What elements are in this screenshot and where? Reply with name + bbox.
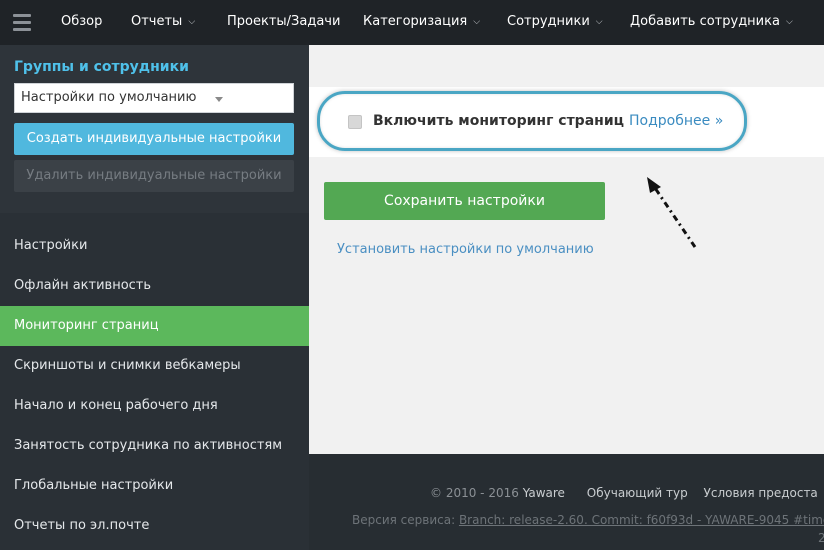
top-navbar: Обзор Отчеты ⌵ Проекты/Задачи Категоризац… (0, 0, 824, 45)
chevron-down-icon: ⌵ (188, 17, 196, 27)
set-default-settings-link[interactable]: Установить настройки по умолчанию (337, 242, 594, 257)
sidebar-title: Группы и сотрудники (14, 59, 189, 75)
version-tail: 2 (818, 531, 824, 545)
enable-page-monitoring-label: Включить мониторинг страниц (373, 113, 625, 129)
chevron-down-icon: ⌵ (785, 17, 793, 27)
main-content: Включить мониторинг страниц Подробнее » … (309, 45, 824, 454)
menu-hamburger-icon[interactable] (0, 0, 44, 45)
sidebar-groups-panel: Группы и сотрудники Настройки по умолчан… (0, 45, 309, 213)
sidebar-item-screenshots-webcam[interactable]: Скриншоты и снимки вебкамеры (0, 346, 309, 386)
tour-link[interactable]: Обучающий тур (587, 486, 688, 500)
nav-reports[interactable]: Отчеты ⌵ (131, 14, 195, 29)
nav-employees[interactable]: Сотрудники ⌵ (507, 14, 603, 29)
sidebar-item-employee-activity[interactable]: Занятость сотрудника по активностям (0, 426, 309, 466)
nav-add-employee[interactable]: Добавить сотрудника ⌵ (630, 14, 793, 29)
branch-commit-link[interactable]: Branch: release-2.60. Commit: f60f93d - … (459, 513, 824, 527)
nav-projects-tasks[interactable]: Проекты/Задачи (227, 14, 340, 29)
more-info-link[interactable]: Подробнее » (629, 113, 723, 129)
caret-down-icon (215, 97, 223, 102)
brand-name: Yaware (522, 486, 565, 500)
page-monitoring-panel: Включить мониторинг страниц Подробнее » (309, 87, 824, 157)
settings-profile-select[interactable]: Настройки по умолчанию (14, 83, 294, 113)
terms-link[interactable]: Условия предоста (704, 486, 818, 500)
settings-profile-select-value: Настройки по умолчанию (21, 90, 197, 105)
sidebar-item-global-settings[interactable]: Глобальные настройки (0, 466, 309, 506)
sidebar: Группы и сотрудники Настройки по умолчан… (0, 45, 309, 550)
version-row: Версия сервиса: Branch: release-2.60. Co… (352, 513, 824, 527)
version-label: Версия сервиса: (352, 513, 456, 527)
sidebar-item-settings[interactable]: Настройки (0, 226, 309, 266)
sidebar-item-page-monitoring[interactable]: Мониторинг страниц (0, 306, 309, 346)
create-individual-settings-button[interactable]: Создать индивидуальные настройки (14, 123, 294, 155)
sidebar-item-email-reports[interactable]: Отчеты по эл.почте (0, 506, 309, 546)
save-settings-button[interactable]: Сохранить настройки (324, 182, 605, 220)
sidebar-item-workday-start-end[interactable]: Начало и конец рабочего дня (0, 386, 309, 426)
enable-page-monitoring-checkbox[interactable] (348, 115, 362, 129)
footer: © 2010 - 2016 Yaware Обучающий тур Услов… (309, 454, 824, 550)
chevron-down-icon: ⌵ (473, 17, 481, 27)
chevron-down-icon: ⌵ (595, 17, 603, 27)
copyright-text: © 2010 - 2016 (430, 486, 519, 500)
nav-categorization[interactable]: Категоризация ⌵ (363, 14, 480, 29)
nav-overview[interactable]: Обзор (61, 14, 102, 29)
sidebar-menu: Настройки Офлайн активность Мониторинг с… (0, 226, 309, 546)
delete-individual-settings-button[interactable]: Удалить индивидуальные настройки (14, 160, 294, 192)
annotation-arrow-icon (647, 177, 697, 248)
footer-links-row: © 2010 - 2016 Yaware Обучающий тур Услов… (430, 486, 818, 500)
sidebar-item-offline-activity[interactable]: Офлайн активность (0, 266, 309, 306)
